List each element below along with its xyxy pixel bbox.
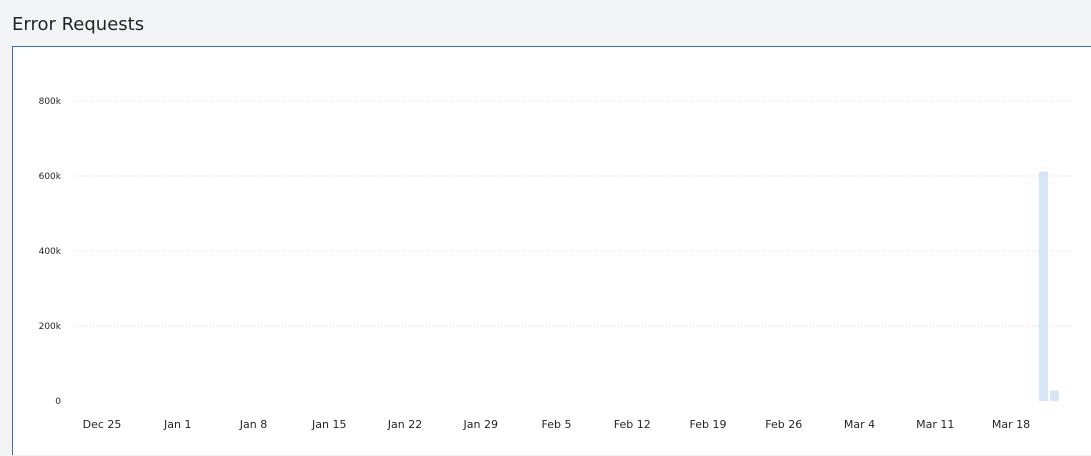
y-tick-label: 600k (39, 172, 62, 182)
y-tick-label: 0 (55, 397, 61, 407)
x-tick-label: Feb 5 (542, 418, 572, 431)
bar (1049, 390, 1059, 401)
x-tick-label: Jan 15 (311, 418, 346, 431)
y-tick-label: 200k (39, 322, 62, 332)
x-tick-label: Feb 26 (765, 418, 802, 431)
x-tick-label: Jan 29 (463, 418, 498, 431)
chart-panel: 0 200k 400k 600k 800k Dec 25 Jan 1 Jan 8 Jan 15 J… (12, 46, 1091, 455)
y-tick-label: 400k (39, 247, 62, 257)
x-tick-label: Mar 11 (916, 418, 954, 431)
x-tick-label: Mar 4 (844, 418, 875, 431)
error-requests-chart: 0 200k 400k 600k 800k Dec 25 Jan 1 Jan 8 Jan 15 J… (39, 97, 1073, 431)
y-tick-label: 800k (39, 97, 62, 107)
page-title: Error Requests (12, 14, 145, 35)
x-tick-label: Feb 12 (614, 418, 651, 431)
x-tick-label: Jan 8 (239, 418, 267, 431)
x-tick-label: Feb 19 (690, 418, 727, 431)
x-tick-label: Dec 25 (83, 418, 122, 431)
x-tick-label: Mar 18 (992, 418, 1030, 431)
x-tick-label: Jan 22 (387, 418, 422, 431)
bar (1038, 171, 1048, 401)
x-tick-label: Jan 1 (163, 418, 191, 431)
